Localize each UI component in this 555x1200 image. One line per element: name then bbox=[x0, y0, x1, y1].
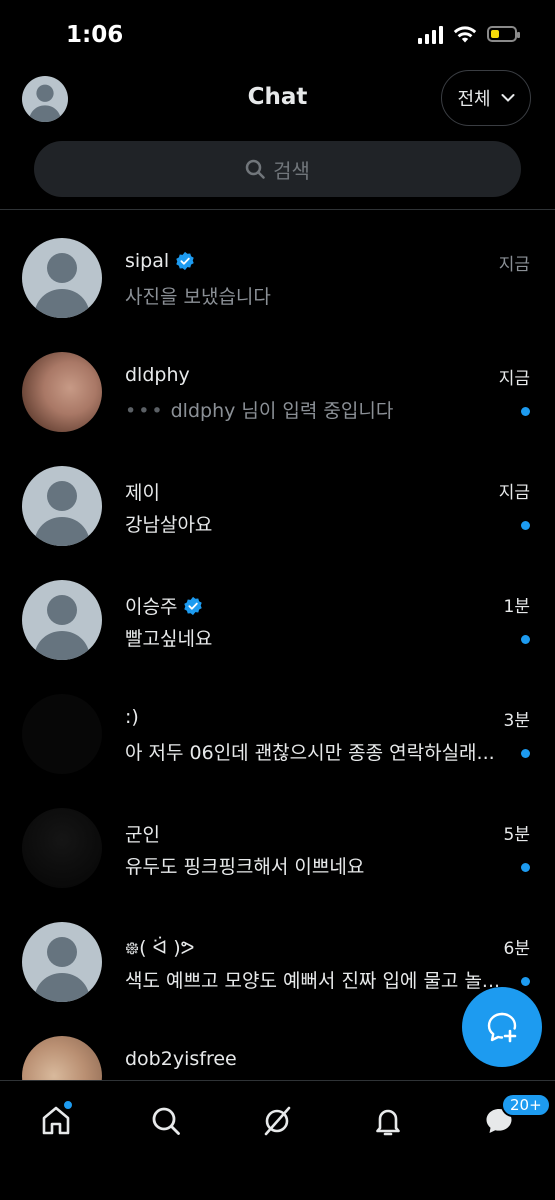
chat-row[interactable]: :) 아 저두 06인데 괜찮으시만 종종 연락하실래... 3분 bbox=[0, 674, 555, 788]
chat-name: 군인 bbox=[125, 824, 160, 846]
divider bbox=[0, 209, 555, 210]
chevron-down-icon bbox=[501, 94, 515, 102]
default-avatar-icon bbox=[34, 253, 90, 318]
grok-icon bbox=[264, 1106, 291, 1136]
status-time: 1:06 bbox=[66, 22, 124, 48]
avatar bbox=[22, 466, 102, 546]
chat-time: 1분 bbox=[503, 597, 530, 617]
chat-row[interactable]: 이승주 빨고싶네요 1분 bbox=[0, 560, 555, 674]
chat-time: 지금 bbox=[498, 483, 530, 503]
new-message-button[interactable] bbox=[462, 987, 542, 1067]
search-input[interactable]: 검색 bbox=[34, 141, 521, 197]
chat-time: 지금 bbox=[498, 255, 530, 275]
chat-row[interactable]: 군인 유두도 핑크핑크해서 이쁘네요 5분 bbox=[0, 788, 555, 902]
header: Chat 전체 bbox=[0, 70, 555, 130]
status-bar: 1:06 bbox=[0, 0, 555, 70]
wifi-icon bbox=[453, 26, 477, 43]
unread-dot bbox=[521, 521, 530, 530]
avatar bbox=[22, 694, 102, 774]
chat-name: ᪥( ᐛ )ᕗ bbox=[125, 937, 195, 959]
chat-list: sipal 사진을 보냈습니다 지금 dldphy ••• dldphy 님이 입… bbox=[0, 218, 555, 1130]
chat-name: :) bbox=[125, 706, 139, 728]
battery-icon bbox=[487, 26, 520, 42]
chat-name: dldphy bbox=[125, 364, 190, 386]
typing-indicator-icon: ••• bbox=[125, 400, 165, 422]
avatar bbox=[22, 808, 102, 888]
search-icon bbox=[245, 159, 265, 179]
filter-label: 전체 bbox=[457, 89, 491, 110]
avatar bbox=[22, 352, 102, 432]
nav-notifications[interactable] bbox=[368, 1101, 408, 1141]
verified-badge-icon bbox=[184, 596, 203, 615]
verified-badge-icon bbox=[176, 251, 194, 271]
chat-preview: 빨고싶네요 bbox=[125, 628, 213, 650]
chat-row[interactable]: 제이 강남살아요 지금 bbox=[0, 446, 555, 560]
chat-preview: ••• dldphy 님이 입력 중입니다 bbox=[125, 400, 394, 422]
avatar bbox=[22, 922, 102, 1002]
unread-dot bbox=[521, 635, 530, 644]
chat-time: 6분 bbox=[503, 939, 530, 959]
chat-preview: 색도 예쁘고 모양도 예뻐서 진짜 입에 물고 놀... bbox=[125, 970, 501, 992]
cellular-signal-icon bbox=[418, 24, 443, 44]
default-avatar-icon bbox=[34, 481, 90, 546]
nav-home[interactable] bbox=[36, 1099, 76, 1141]
chat-name: 이승주 bbox=[125, 592, 203, 619]
chat-preview: 강남살아요 bbox=[125, 514, 213, 536]
nav-messages[interactable]: 20+ bbox=[479, 1093, 551, 1141]
chat-row[interactable]: sipal 사진을 보냈습니다 지금 bbox=[0, 218, 555, 332]
chat-time: 3분 bbox=[503, 711, 530, 731]
chat-row[interactable]: dldphy ••• dldphy 님이 입력 중입니다 지금 bbox=[0, 332, 555, 446]
notifications-icon bbox=[376, 1109, 400, 1136]
unread-dot bbox=[521, 749, 530, 758]
avatar bbox=[22, 580, 102, 660]
chat-name: sipal bbox=[125, 250, 195, 272]
search-placeholder: 검색 bbox=[273, 158, 310, 183]
chat-name: 제이 bbox=[125, 482, 160, 504]
avatar bbox=[22, 238, 102, 318]
unread-dot bbox=[521, 863, 530, 872]
filter-dropdown[interactable]: 전체 bbox=[441, 70, 531, 126]
chat-preview: 아 저두 06인데 괜찮으시만 종종 연락하실래... bbox=[125, 742, 495, 764]
messages-badge: 20+ bbox=[501, 1093, 551, 1117]
bottom-nav: 20+ bbox=[0, 1080, 555, 1200]
default-avatar-icon bbox=[34, 595, 90, 660]
nav-explore[interactable] bbox=[146, 1101, 186, 1141]
unread-dot bbox=[521, 977, 530, 986]
nav-grok[interactable] bbox=[257, 1101, 297, 1141]
unread-dot bbox=[521, 407, 530, 416]
chat-time: 5분 bbox=[503, 825, 530, 845]
default-avatar-icon bbox=[34, 937, 90, 1002]
chat-time: 지금 bbox=[498, 369, 530, 389]
new-message-icon bbox=[487, 1012, 517, 1043]
chat-preview: 유두도 핑크핑크해서 이쁘네요 bbox=[125, 856, 365, 878]
home-notification-dot bbox=[62, 1099, 74, 1111]
chat-preview: 사진을 보냈습니다 bbox=[125, 286, 271, 308]
status-icons bbox=[418, 24, 520, 44]
explore-icon bbox=[152, 1107, 180, 1135]
chat-name: dob2yisfree bbox=[125, 1048, 237, 1070]
